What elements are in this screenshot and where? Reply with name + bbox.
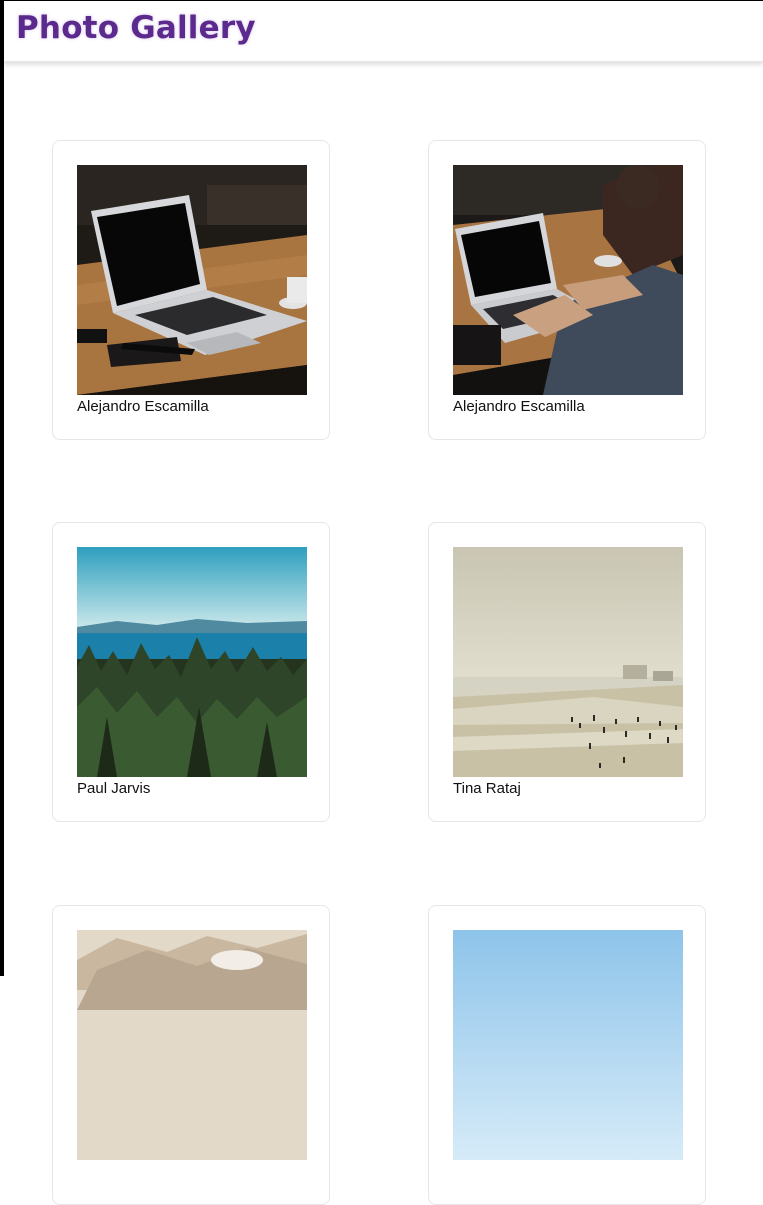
photo-thumbnail[interactable] [77, 547, 307, 777]
photo-thumbnail[interactable] [77, 165, 307, 395]
page-title: Photo Gallery [16, 10, 256, 46]
gallery-card[interactable] [52, 905, 330, 1205]
gallery-card[interactable]: Tina Rataj [428, 522, 706, 822]
window-left-edge [0, 0, 4, 976]
gallery-card[interactable]: Alejandro Escamilla [428, 140, 706, 440]
author-name: Tina Rataj [453, 780, 521, 797]
app-header: Photo Gallery [4, 1, 763, 62]
author-name: Alejandro Escamilla [77, 398, 209, 415]
photo-thumbnail[interactable] [453, 547, 683, 777]
author-name: Alejandro Escamilla [453, 398, 585, 415]
gallery-card[interactable]: Paul Jarvis [52, 522, 330, 822]
photo-thumbnail[interactable] [453, 930, 683, 1160]
gallery-card[interactable] [428, 905, 706, 1205]
photo-thumbnail[interactable] [77, 930, 307, 1160]
gallery-card[interactable]: Alejandro Escamilla [52, 140, 330, 440]
author-name: Paul Jarvis [77, 780, 151, 797]
photo-thumbnail[interactable] [453, 165, 683, 395]
